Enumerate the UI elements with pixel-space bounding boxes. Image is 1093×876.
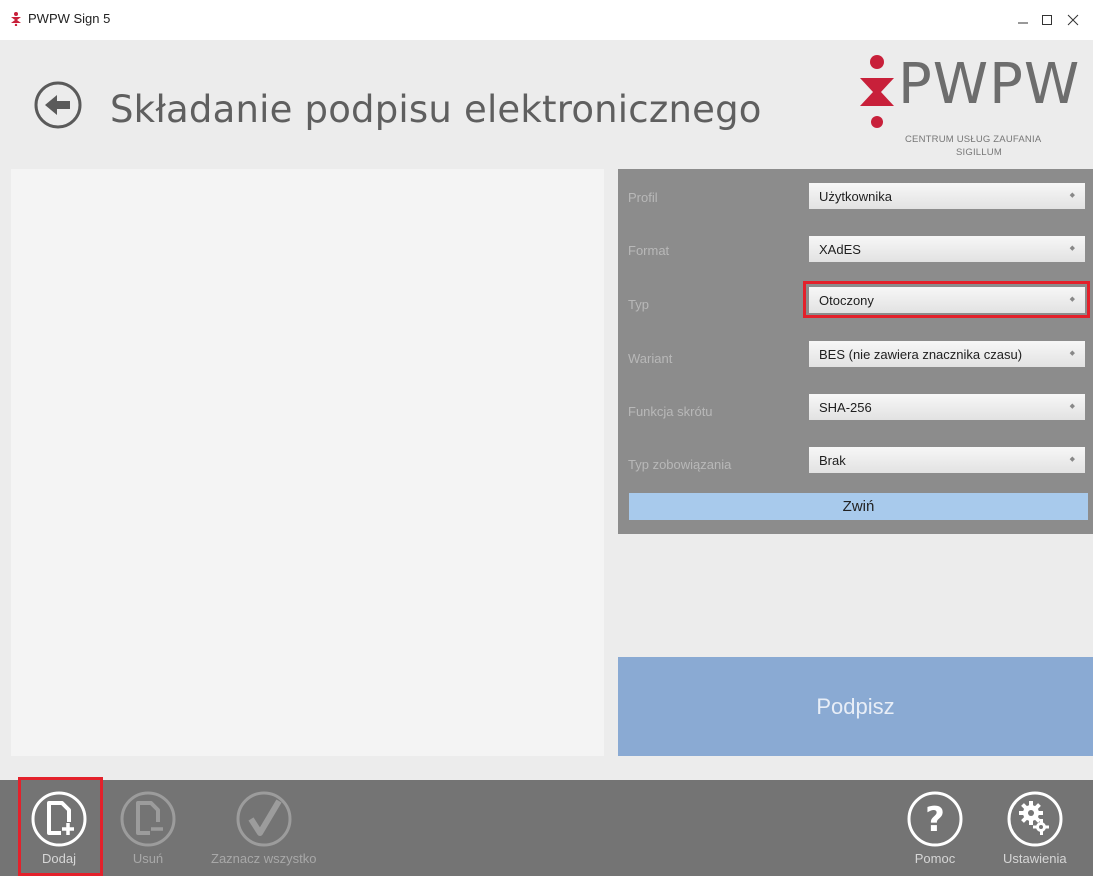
- gears-icon: [1007, 791, 1063, 847]
- select-profil[interactable]: Użytkownika ◆: [809, 183, 1085, 209]
- select-funkcja-skrotu[interactable]: SHA-256 ◆: [809, 394, 1085, 420]
- remove-button-label: Usuń: [132, 851, 164, 866]
- dropdown-arrow-icon: ◆: [1069, 456, 1075, 463]
- logo-emblem-icon: [860, 55, 894, 128]
- select-profil-value: Użytkownika: [819, 188, 892, 204]
- window-title: PWPW Sign 5: [28, 11, 111, 26]
- sign-button[interactable]: Podpisz: [618, 657, 1093, 756]
- close-button[interactable]: [1052, 0, 1093, 40]
- dropdown-arrow-icon: ◆: [1069, 245, 1075, 252]
- pwpw-logo: PWPW CENTRUM USŁUG ZAUFANIA SIGILLUM: [860, 52, 1080, 164]
- settings-button-label: Ustawienia: [1003, 851, 1067, 866]
- select-wariant-value: BES (nie zawiera znacznika czasu): [819, 346, 1023, 362]
- collapse-button[interactable]: Zwiń: [629, 493, 1088, 520]
- app-icon: [11, 12, 21, 26]
- label-wariant: Wariant: [628, 351, 673, 366]
- title-bar: PWPW Sign 5: [0, 0, 1093, 40]
- back-arrow-icon: [34, 81, 82, 129]
- remove-document-icon: [120, 791, 176, 847]
- remove-button[interactable]: Usuń: [118, 789, 178, 866]
- highlight-typ: [803, 281, 1090, 318]
- svg-text:?: ?: [925, 800, 945, 840]
- help-button-label: Pomoc: [914, 851, 956, 866]
- back-button[interactable]: [33, 80, 83, 130]
- highlight-add: [18, 777, 103, 876]
- checkmark-icon: [236, 791, 292, 847]
- select-typ-zobowiazania-value: Brak: [819, 452, 846, 468]
- select-all-button-label: Zaznacz wszystko: [211, 851, 317, 866]
- dropdown-arrow-icon: ◆: [1069, 403, 1075, 410]
- dropdown-arrow-icon: ◆: [1069, 350, 1075, 357]
- close-icon: [1067, 14, 1078, 26]
- label-typ: Typ: [628, 297, 649, 312]
- help-icon: ?: [907, 791, 963, 847]
- page-title: Składanie podpisu elektronicznego: [110, 88, 762, 131]
- select-wariant[interactable]: BES (nie zawiera znacznika czasu) ◆: [809, 341, 1085, 367]
- select-format[interactable]: XAdES ◆: [809, 236, 1085, 262]
- help-button[interactable]: ? Pomoc: [905, 789, 965, 866]
- file-list-area[interactable]: [11, 169, 604, 756]
- label-format: Format: [628, 243, 670, 258]
- label-funkcja-skrotu: Funkcja skrótu: [628, 404, 713, 419]
- settings-button[interactable]: Ustawienia: [1003, 789, 1067, 866]
- select-format-value: XAdES: [819, 241, 861, 257]
- label-typ-zobowiazania: Typ zobowiązania: [628, 457, 732, 472]
- logo-subtitle: CENTRUM USŁUG ZAUFANIA: [905, 134, 1042, 145]
- logo-wordmark: PWPW: [898, 52, 1081, 117]
- select-typ-zobowiazania[interactable]: Brak ◆: [809, 447, 1085, 473]
- select-funkcja-skrotu-value: SHA-256: [819, 399, 872, 415]
- logo-subtitle-2: SIGILLUM: [956, 147, 1002, 158]
- dropdown-arrow-icon: ◆: [1069, 192, 1075, 199]
- select-all-button[interactable]: Zaznacz wszystko: [211, 789, 316, 866]
- label-profil: Profil: [628, 190, 658, 205]
